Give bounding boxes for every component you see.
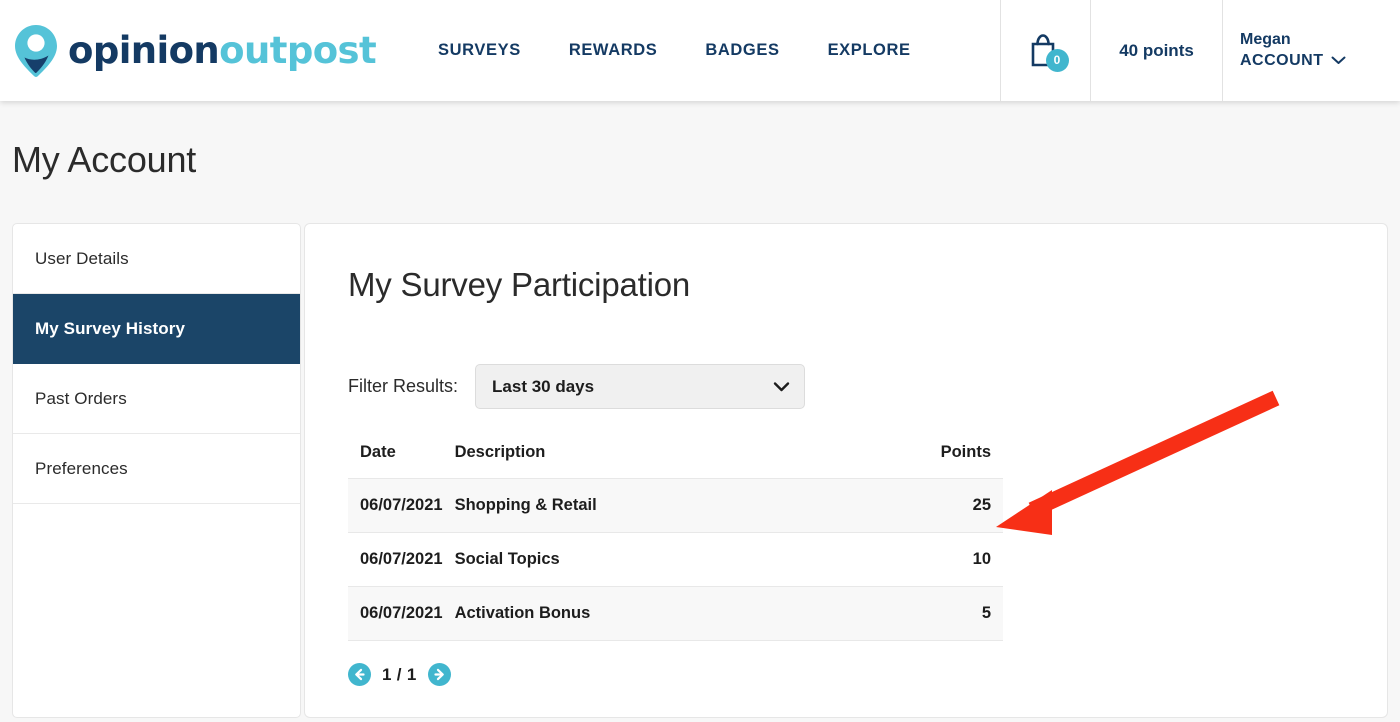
sidebar-item-label: My Survey History	[35, 319, 185, 339]
survey-history-panel: My Survey Participation Filter Results: …	[304, 223, 1388, 718]
cell-description: Social Topics	[443, 533, 929, 587]
account-menu-row: ACCOUNT	[1240, 52, 1346, 70]
cart-count-badge: 0	[1046, 49, 1069, 72]
nav-item-explore[interactable]: EXPLORE	[828, 41, 911, 60]
panel-title: My Survey Participation	[348, 266, 1387, 304]
filter-row: Filter Results: Last 30 days	[348, 364, 1387, 409]
sidebar-item-label: Preferences	[35, 459, 128, 479]
nav-item-badges[interactable]: BADGES	[705, 41, 779, 60]
cart-button[interactable]: 0	[1000, 0, 1090, 101]
cell-description: Shopping & Retail	[443, 479, 929, 533]
table-row: 06/07/2021 Shopping & Retail 25	[348, 479, 1003, 533]
brand-word-secondary: outpost	[219, 29, 376, 72]
account-layout: User Details My Survey History Past Orde…	[0, 181, 1400, 686]
cell-date: 06/07/2021	[348, 479, 443, 533]
cell-points: 5	[929, 587, 1003, 641]
main-navigation: SURVEYS REWARDS BADGES EXPLORE	[438, 0, 1000, 101]
brand-word-primary: opinion	[68, 29, 219, 72]
chevron-down-icon	[773, 381, 790, 392]
column-header-points: Points	[929, 443, 1003, 479]
points-balance[interactable]: 40 points	[1090, 0, 1222, 101]
map-pin-logo-icon	[14, 24, 58, 78]
account-menu[interactable]: Megan ACCOUNT	[1222, 0, 1400, 101]
table-header: Date Description Points	[348, 443, 1003, 479]
filter-label: Filter Results:	[348, 376, 458, 397]
cell-points: 25	[929, 479, 1003, 533]
table-header-row: Date Description Points	[348, 443, 1003, 479]
filter-selected-value: Last 30 days	[492, 377, 594, 397]
account-user-name: Megan	[1240, 31, 1291, 49]
table-row: 06/07/2021 Social Topics 10	[348, 533, 1003, 587]
account-sidebar: User Details My Survey History Past Orde…	[12, 223, 301, 718]
cell-date: 06/07/2021	[348, 533, 443, 587]
account-menu-label: ACCOUNT	[1240, 52, 1324, 70]
sidebar-item-past-orders[interactable]: Past Orders	[13, 364, 300, 434]
cell-points: 10	[929, 533, 1003, 587]
nav-item-surveys[interactable]: SURVEYS	[438, 41, 521, 60]
header-right-group: 0 40 points Megan ACCOUNT	[1000, 0, 1400, 101]
pagination: 1 / 1	[348, 663, 1387, 686]
sidebar-item-my-survey-history[interactable]: My Survey History	[13, 294, 300, 364]
sidebar-item-label: User Details	[35, 249, 129, 269]
page-title: My Account	[0, 101, 1400, 181]
brand-wordmark: opinionoutpost	[68, 32, 376, 69]
brand-logo[interactable]: opinionoutpost	[0, 0, 376, 101]
column-header-description: Description	[443, 443, 929, 479]
cell-description: Activation Bonus	[443, 587, 929, 641]
points-balance-label: 40 points	[1119, 41, 1194, 61]
cart-icon-wrapper: 0	[1026, 30, 1066, 72]
table-body: 06/07/2021 Shopping & Retail 25 06/07/20…	[348, 479, 1003, 641]
arrow-left-circle-icon[interactable]	[348, 663, 371, 686]
table-row: 06/07/2021 Activation Bonus 5	[348, 587, 1003, 641]
sidebar-item-label: Past Orders	[35, 389, 127, 409]
sidebar-item-preferences[interactable]: Preferences	[13, 434, 300, 504]
sidebar-item-user-details[interactable]: User Details	[13, 224, 300, 294]
filter-results-select[interactable]: Last 30 days	[475, 364, 805, 409]
cell-date: 06/07/2021	[348, 587, 443, 641]
chevron-down-icon	[1331, 56, 1346, 65]
pagination-label: 1 / 1	[382, 665, 417, 685]
site-header: opinionoutpost SURVEYS REWARDS BADGES EX…	[0, 0, 1400, 101]
nav-item-rewards[interactable]: REWARDS	[569, 41, 658, 60]
column-header-date: Date	[348, 443, 443, 479]
arrow-right-circle-icon[interactable]	[428, 663, 451, 686]
survey-history-table: Date Description Points 06/07/2021 Shopp…	[348, 443, 1003, 641]
